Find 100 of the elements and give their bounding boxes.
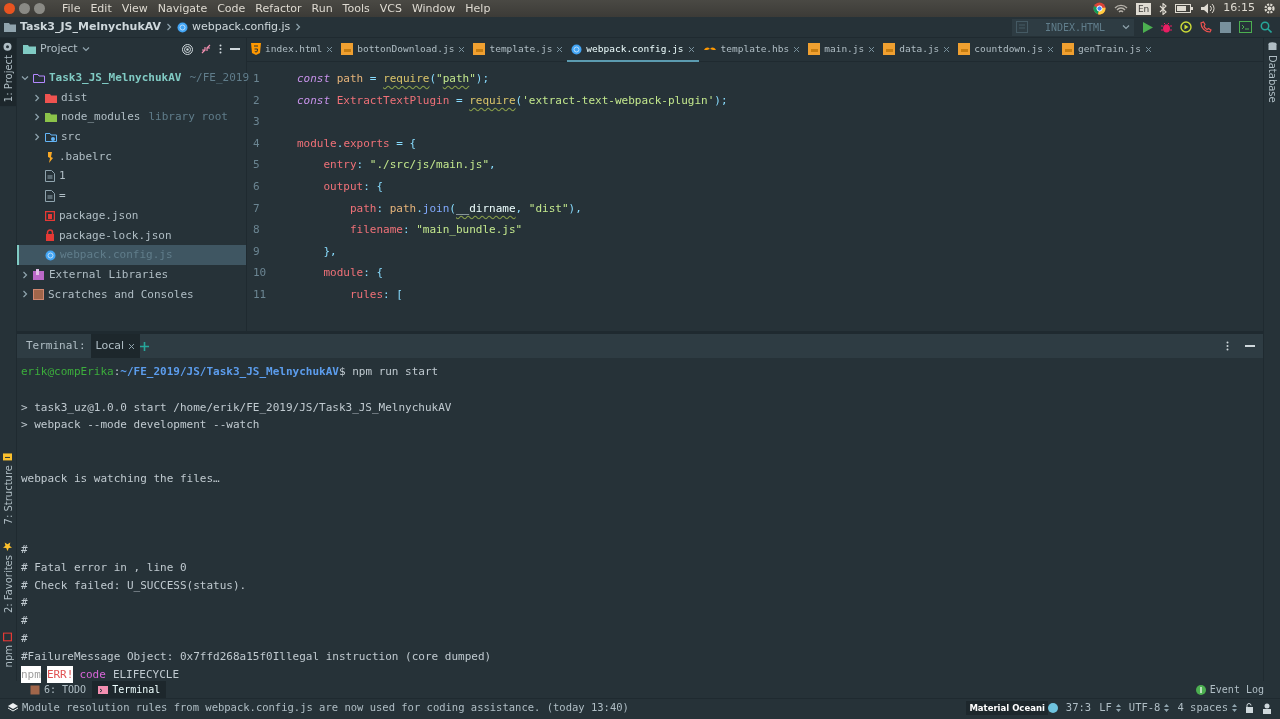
tool-window-tab[interactable]: 2: Favorites xyxy=(0,538,16,618)
tree-item[interactable]: src xyxy=(17,127,246,147)
tree-item[interactable]: package-lock.json xyxy=(17,225,246,246)
line-number: 5 xyxy=(252,157,261,174)
close-icon[interactable] xyxy=(556,45,564,53)
add-icon[interactable] xyxy=(140,341,150,351)
tree-item[interactable]: External Libraries xyxy=(17,264,246,285)
tree-item[interactable]: Scratches and Consoles xyxy=(17,284,246,305)
chevron-right-icon[interactable] xyxy=(33,93,41,102)
project-view-dropdown[interactable]: Project xyxy=(23,40,90,58)
tree-item[interactable]: = xyxy=(17,186,246,206)
menu-item[interactable]: Window xyxy=(406,0,461,17)
editor-tab[interactable]: main.js xyxy=(804,38,880,62)
chevron-icon[interactable] xyxy=(165,23,173,31)
bug-icon[interactable] xyxy=(1161,21,1172,33)
cursor-position[interactable]: 37:3 xyxy=(1065,700,1092,716)
close-icon[interactable] xyxy=(326,45,334,53)
menu-item[interactable]: View xyxy=(116,0,153,17)
close-button[interactable] xyxy=(4,3,15,14)
config-icon xyxy=(1016,21,1028,33)
line-ending-selector[interactable]: LF xyxy=(1099,700,1121,716)
session-tab[interactable]: Local xyxy=(90,334,141,358)
browser-icon[interactable] xyxy=(1092,2,1106,15)
log-level-label: npm xyxy=(21,665,41,684)
js-file-icon xyxy=(883,43,896,55)
unlock-icon[interactable] xyxy=(1245,703,1254,713)
bluetooth-icon[interactable] xyxy=(1159,2,1168,15)
breadcrumb-item[interactable]: webpack.config.js xyxy=(192,18,291,36)
run-icon[interactable] xyxy=(1142,21,1153,33)
battery-icon[interactable] xyxy=(1175,4,1194,13)
menu-item[interactable]: VCS xyxy=(374,0,407,17)
menu-item[interactable]: File xyxy=(57,0,86,17)
indent-selector[interactable]: 4 spaces xyxy=(1177,700,1237,716)
event-log-button[interactable]: Event Log xyxy=(1195,682,1280,697)
chevron-down-icon[interactable] xyxy=(21,73,29,82)
collapse-icon[interactable] xyxy=(201,44,211,54)
tool-window-tab[interactable]: npm xyxy=(0,627,16,671)
editor-tab[interactable]: genTrain.js xyxy=(1057,38,1156,62)
more-icon[interactable] xyxy=(219,44,222,54)
caret-icon[interactable] xyxy=(81,45,90,53)
menu-item[interactable]: Help xyxy=(460,0,496,17)
chevron-right-icon[interactable] xyxy=(21,290,29,299)
close-icon[interactable] xyxy=(793,45,801,53)
terminal-line: webpack is watching the files… xyxy=(21,470,221,487)
tool-window-tab[interactable]: 7: Structure xyxy=(0,448,16,529)
close-icon[interactable] xyxy=(1046,45,1054,53)
menu-item[interactable]: Navigate xyxy=(152,0,213,17)
editor-tab[interactable]: countdown.js xyxy=(954,38,1058,62)
chevron-right-icon[interactable] xyxy=(33,132,41,141)
minimize-icon[interactable] xyxy=(1245,344,1255,348)
editor-tab[interactable]: bottonDownload.js xyxy=(337,38,470,62)
close-icon[interactable] xyxy=(1144,45,1152,53)
chevron-icon[interactable] xyxy=(294,23,303,31)
menu-item[interactable]: Code xyxy=(212,0,251,17)
editor-tab[interactable]: index.html xyxy=(247,38,338,62)
coverage-icon[interactable] xyxy=(1180,21,1192,33)
tool-window-tab[interactable]: 6: TODO xyxy=(24,681,93,698)
menu-item[interactable]: Refactor xyxy=(250,0,307,17)
settings-icon[interactable] xyxy=(1263,2,1276,15)
chevron-right-icon[interactable] xyxy=(21,270,29,279)
close-icon[interactable] xyxy=(868,45,876,53)
inspector-icon[interactable] xyxy=(1262,702,1272,714)
tool-window-tab[interactable]: Terminal xyxy=(92,681,167,698)
menu-item[interactable]: Tools xyxy=(337,0,375,17)
chevron-right-icon[interactable] xyxy=(33,113,41,122)
breadcrumb-item[interactable]: Task3_JS_MelnychukAV xyxy=(20,18,161,36)
tree-item[interactable]: 1 xyxy=(17,166,246,187)
close-icon[interactable] xyxy=(943,45,951,53)
tool-window-tab[interactable]: 1: Project xyxy=(0,38,16,107)
tree-item[interactable]: dist xyxy=(17,87,246,108)
terminal-icon[interactable] xyxy=(1239,21,1252,33)
more-icon[interactable] xyxy=(1226,341,1229,351)
close-icon[interactable] xyxy=(458,45,466,53)
editor-tab[interactable]: template.js xyxy=(469,38,568,62)
search-icon[interactable] xyxy=(1260,21,1272,33)
close-icon[interactable] xyxy=(128,342,136,350)
minimize-button[interactable] xyxy=(19,3,30,14)
tree-item[interactable]: package.json xyxy=(17,205,246,226)
editor-tab[interactable]: webpack.config.js xyxy=(567,38,699,62)
keyboard-layout-indicator[interactable]: En xyxy=(1135,2,1152,15)
close-icon[interactable] xyxy=(687,45,695,53)
wifi-icon[interactable] xyxy=(1113,3,1128,14)
maximize-button[interactable] xyxy=(34,3,45,14)
tree-item[interactable]: .babelrc xyxy=(17,146,246,167)
editor-tab[interactable]: data.js xyxy=(879,38,955,62)
caret-icon[interactable] xyxy=(1122,23,1130,31)
js-file-icon xyxy=(341,43,354,55)
volume-icon[interactable] xyxy=(1201,3,1216,14)
target-icon[interactable] xyxy=(182,43,193,55)
encoding-selector[interactable]: UTF-8 xyxy=(1128,700,1170,716)
terminal-icon xyxy=(98,684,109,695)
minimize-icon[interactable] xyxy=(230,47,240,51)
menu-item[interactable]: Edit xyxy=(85,0,117,17)
tool-window-tab[interactable]: Database xyxy=(1264,38,1280,107)
editor-tab[interactable]: template.hbs xyxy=(698,38,805,62)
phone-icon[interactable] xyxy=(1200,21,1212,33)
clock-time[interactable]: 16:15 xyxy=(1223,0,1255,17)
stop-icon[interactable] xyxy=(1220,21,1231,33)
tree-item[interactable]: node_modules library root xyxy=(17,107,246,128)
menu-item[interactable]: Run xyxy=(306,0,338,17)
